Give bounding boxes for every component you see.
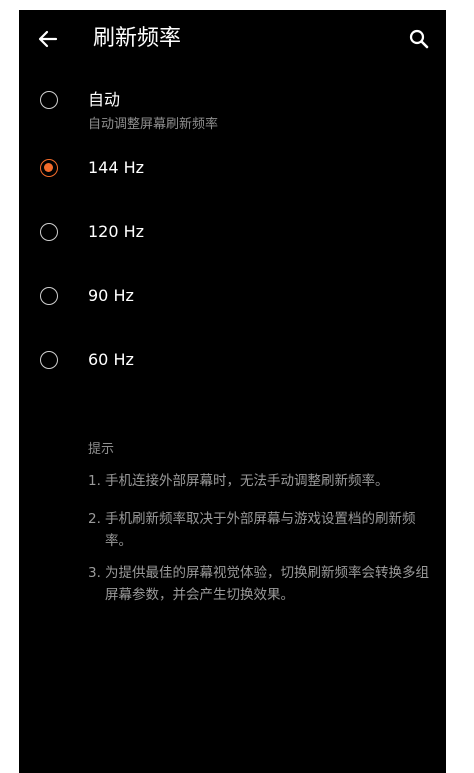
search-button[interactable] (406, 26, 432, 52)
option-144hz-label: 144 Hz (88, 158, 145, 177)
radio-90hz[interactable] (40, 287, 58, 305)
radio-60hz[interactable] (40, 351, 58, 369)
tip-text: 手机刷新频率取决于外部屏幕与游戏设置档的刷新频率。 (105, 511, 416, 549)
tip-item: 2. 手机刷新频率取决于外部屏幕与游戏设置档的刷新频率。 (88, 508, 433, 552)
tip-number: 3. (88, 565, 101, 581)
radio-144hz[interactable] (40, 159, 58, 177)
page-title: 刷新频率 (93, 26, 182, 51)
tip-text: 手机连接外部屏幕时，无法手动调整刷新频率。 (105, 473, 389, 489)
radio-selected-dot (44, 163, 53, 172)
option-60hz-label: 60 Hz (88, 350, 134, 369)
option-auto-sublabel: 自动调整屏幕刷新频率 (88, 117, 219, 132)
option-120hz[interactable]: 120 Hz (19, 208, 446, 256)
tip-number: 2. (88, 511, 101, 527)
option-90hz-label: 90 Hz (88, 286, 134, 305)
tip-number: 1. (88, 473, 101, 489)
radio-auto[interactable] (40, 91, 58, 109)
tip-item: 3. 为提供最佳的屏幕视觉体验，切换刷新频率会转换多组屏幕参数，并会产生切换效果。 (88, 562, 433, 606)
search-icon (409, 29, 429, 49)
option-auto[interactable]: 自动 自动调整屏幕刷新频率 (19, 82, 446, 142)
option-90hz[interactable]: 90 Hz (19, 272, 446, 320)
tip-text: 为提供最佳的屏幕视觉体验，切换刷新频率会转换多组屏幕参数，并会产生切换效果。 (105, 565, 429, 603)
refresh-rate-screen: 刷新频率 自动 自动调整屏幕刷新频率 144 Hz 120 Hz 90 Hz 6… (19, 10, 446, 773)
option-auto-label: 自动 (88, 90, 121, 109)
option-144hz[interactable]: 144 Hz (19, 144, 446, 192)
arrow-left-icon (38, 30, 58, 48)
back-button[interactable] (35, 26, 61, 52)
option-60hz[interactable]: 60 Hz (19, 336, 446, 384)
tip-item: 1. 手机连接外部屏幕时，无法手动调整刷新频率。 (88, 470, 433, 492)
option-120hz-label: 120 Hz (88, 222, 145, 241)
tips-heading: 提示 (88, 442, 115, 457)
radio-120hz[interactable] (40, 223, 58, 241)
top-app-bar: 刷新频率 (19, 10, 446, 68)
